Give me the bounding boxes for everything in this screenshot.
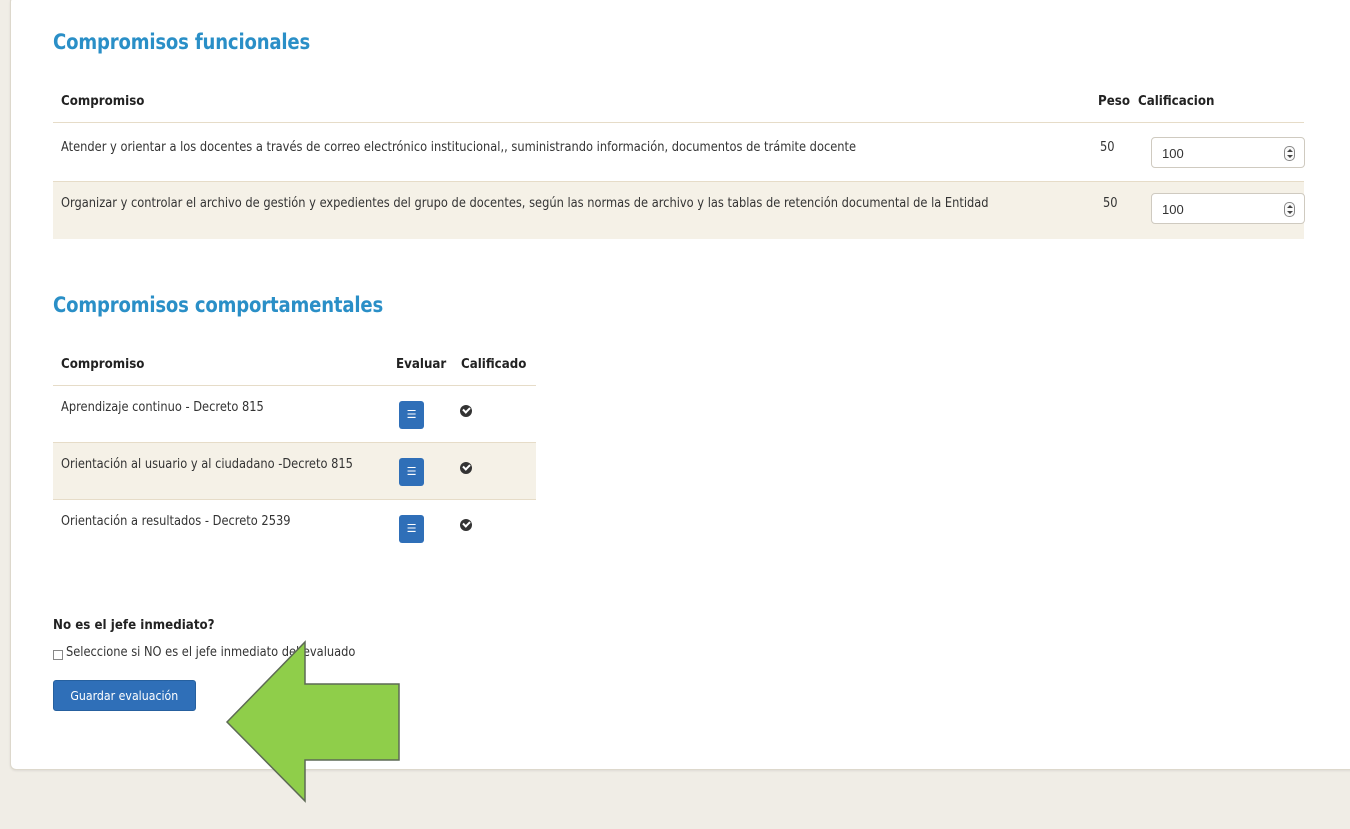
annotation-arrow-icon bbox=[225, 640, 400, 803]
